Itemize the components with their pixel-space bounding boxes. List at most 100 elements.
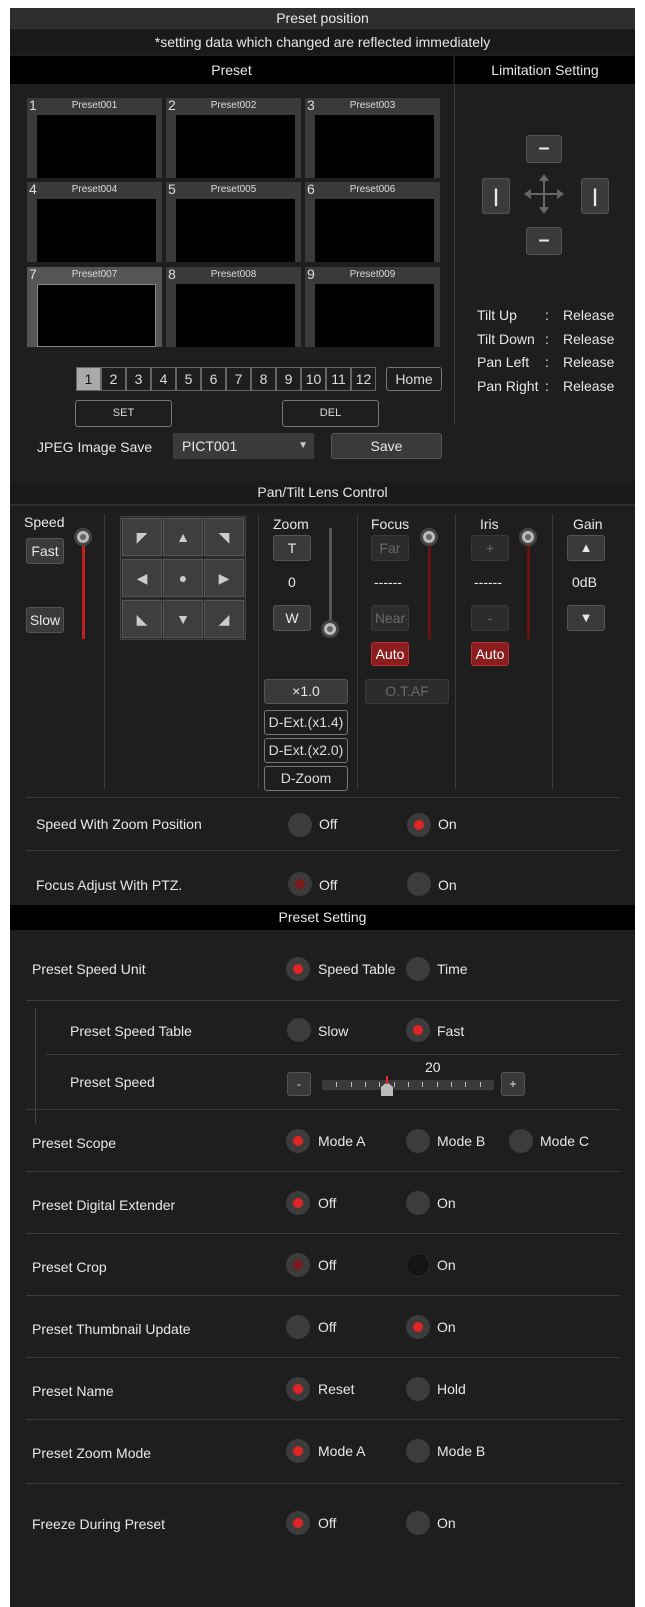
focus-slider-track[interactable] [428,545,431,639]
iris-slider-knob[interactable] [519,528,537,546]
preset-thumbnail-5[interactable]: 5 Preset005 [166,181,301,262]
gain-up-icon[interactable]: ▲ [567,535,605,561]
page-button-5[interactable]: 5 [176,367,201,391]
thumb-off-radio[interactable] [286,1315,310,1339]
iris-minus-button[interactable]: - [471,605,509,631]
freeze-off-radio[interactable] [286,1511,310,1535]
zoom-wide-button[interactable]: W [273,605,311,631]
right-arrow-icon[interactable]: ▶ [204,559,244,597]
page-button-11[interactable]: 11 [326,367,351,391]
preset-thumbnail-4[interactable]: 4 Preset004 [27,181,162,262]
zoom-mode-a-radio[interactable] [286,1439,310,1463]
page-button-9[interactable]: 9 [276,367,301,391]
page-button-4[interactable]: 4 [151,367,176,391]
speed-slider-knob[interactable] [74,528,92,546]
scope-mode-c-radio[interactable] [509,1129,533,1153]
iris-plus-button[interactable]: + [471,535,509,561]
speed-slider-track[interactable] [82,545,85,639]
iris-auto-button[interactable]: Auto [471,642,509,666]
down-left-arrow-icon[interactable]: ◣ [122,600,162,638]
speed-table-slow-radio[interactable] [287,1018,311,1042]
page-button-10[interactable]: 10 [301,367,326,391]
del-button[interactable]: DEL [282,400,379,427]
preset-digital-extender-label: Preset Digital Extender [32,1197,176,1213]
focus-auto-button[interactable]: Auto [371,642,409,666]
slider-tick [351,1082,352,1087]
pan-left-limit-button[interactable]: | [482,178,510,214]
pan-right-limit-button[interactable]: | [581,178,609,214]
down-right-arrow-icon[interactable]: ◢ [204,600,244,638]
preset-thumbnail-2[interactable]: 2 Preset002 [166,97,301,178]
scope-mode-b-radio[interactable] [406,1129,430,1153]
up-right-arrow-icon[interactable]: ◥ [204,518,244,556]
scope-mode-c-label: Mode C [540,1133,590,1149]
preset-speed-plus-button[interactable]: + [501,1072,525,1096]
zoom-slider-knob[interactable] [321,620,339,638]
dext-off-radio[interactable] [286,1191,310,1215]
page-button-12[interactable]: 12 [351,367,376,391]
speed-zoom-on-radio[interactable] [407,813,431,837]
preset-speed-minus-button[interactable]: - [287,1072,311,1096]
speed-unit-table-radio[interactable] [286,957,310,981]
home-position-icon[interactable]: ● [163,559,203,597]
up-left-arrow-icon[interactable]: ◤ [122,518,162,556]
tilt-down-limit-button[interactable]: – [526,227,562,255]
down-arrow-icon[interactable]: ▼ [163,600,203,638]
slider-thumb[interactable] [381,1082,393,1096]
thumb-on-radio[interactable] [406,1315,430,1339]
preset-thumbnail-6[interactable]: 6 Preset006 [305,181,440,262]
page-button-8[interactable]: 8 [251,367,276,391]
preset-thumbnail-3[interactable]: 3 Preset003 [305,97,440,178]
focus-far-button[interactable]: Far [371,535,409,561]
preset-header: Preset [10,56,453,84]
page-button-6[interactable]: 6 [201,367,226,391]
preset-name: Preset008 [210,269,257,280]
crop-off-radio[interactable] [286,1253,310,1277]
page-button-3[interactable]: 3 [126,367,151,391]
home-button[interactable]: Home [386,367,442,391]
jpeg-file-select[interactable]: PICT001 ▼ [173,433,314,459]
preset-thumbnail-update-label: Preset Thumbnail Update [32,1321,191,1337]
freeze-on-radio[interactable] [406,1511,430,1535]
speed-unit-time-radio[interactable] [406,957,430,981]
focus-near-button[interactable]: Near [371,605,409,631]
otaf-button[interactable]: O.T.AF [365,679,449,704]
page-button-2[interactable]: 2 [101,367,126,391]
scope-mode-a-radio[interactable] [286,1129,310,1153]
preset-thumbnail-7[interactable]: 7 Preset007 [27,266,162,347]
up-arrow-icon[interactable]: ▲ [163,518,203,556]
crop-on-radio[interactable] [406,1253,430,1277]
gain-down-icon[interactable]: ▼ [567,605,605,631]
crop-off-label: Off [318,1257,337,1273]
d-zoom-button[interactable]: D-Zoom [264,766,348,791]
page-button-7[interactable]: 7 [226,367,251,391]
page-button-1[interactable]: 1 [76,367,101,391]
focus-ptz-off-radio[interactable] [288,872,312,896]
slider-tick [379,1082,380,1087]
d-ext-1-4-button[interactable]: D-Ext.(x1.4) [264,710,348,735]
speed-fast-button[interactable]: Fast [26,538,64,564]
focus-ptz-on-radio[interactable] [407,872,431,896]
name-hold-radio[interactable] [406,1377,430,1401]
zoom-slider-track[interactable] [329,528,332,624]
zoom-tele-button[interactable]: T [273,535,311,561]
preset-speed-slider[interactable] [322,1066,494,1100]
d-ext-2-0-button[interactable]: D-Ext.(x2.0) [264,738,348,763]
dext-on-radio[interactable] [406,1191,430,1215]
preset-thumbnail-1[interactable]: 1 Preset001 [27,97,162,178]
tilt-up-limit-button[interactable]: – [526,135,562,163]
speed-table-fast-radio[interactable] [406,1018,430,1042]
preset-thumbnail-9[interactable]: 9 Preset009 [305,266,440,347]
focus-adjust-ptz-label: Focus Adjust With PTZ. [36,877,183,893]
focus-slider-knob[interactable] [420,528,438,546]
iris-slider-track[interactable] [527,545,530,639]
preset-thumbnail-8[interactable]: 8 Preset008 [166,266,301,347]
set-button[interactable]: SET [75,400,172,427]
name-reset-radio[interactable] [286,1377,310,1401]
zoom-mode-b-radio[interactable] [406,1439,430,1463]
speed-zoom-off-radio[interactable] [288,813,312,837]
speed-slow-button[interactable]: Slow [26,607,64,633]
save-button[interactable]: Save [331,433,442,459]
left-arrow-icon[interactable]: ◀ [122,559,162,597]
zoom-x1-button[interactable]: ×1.0 [264,679,348,704]
